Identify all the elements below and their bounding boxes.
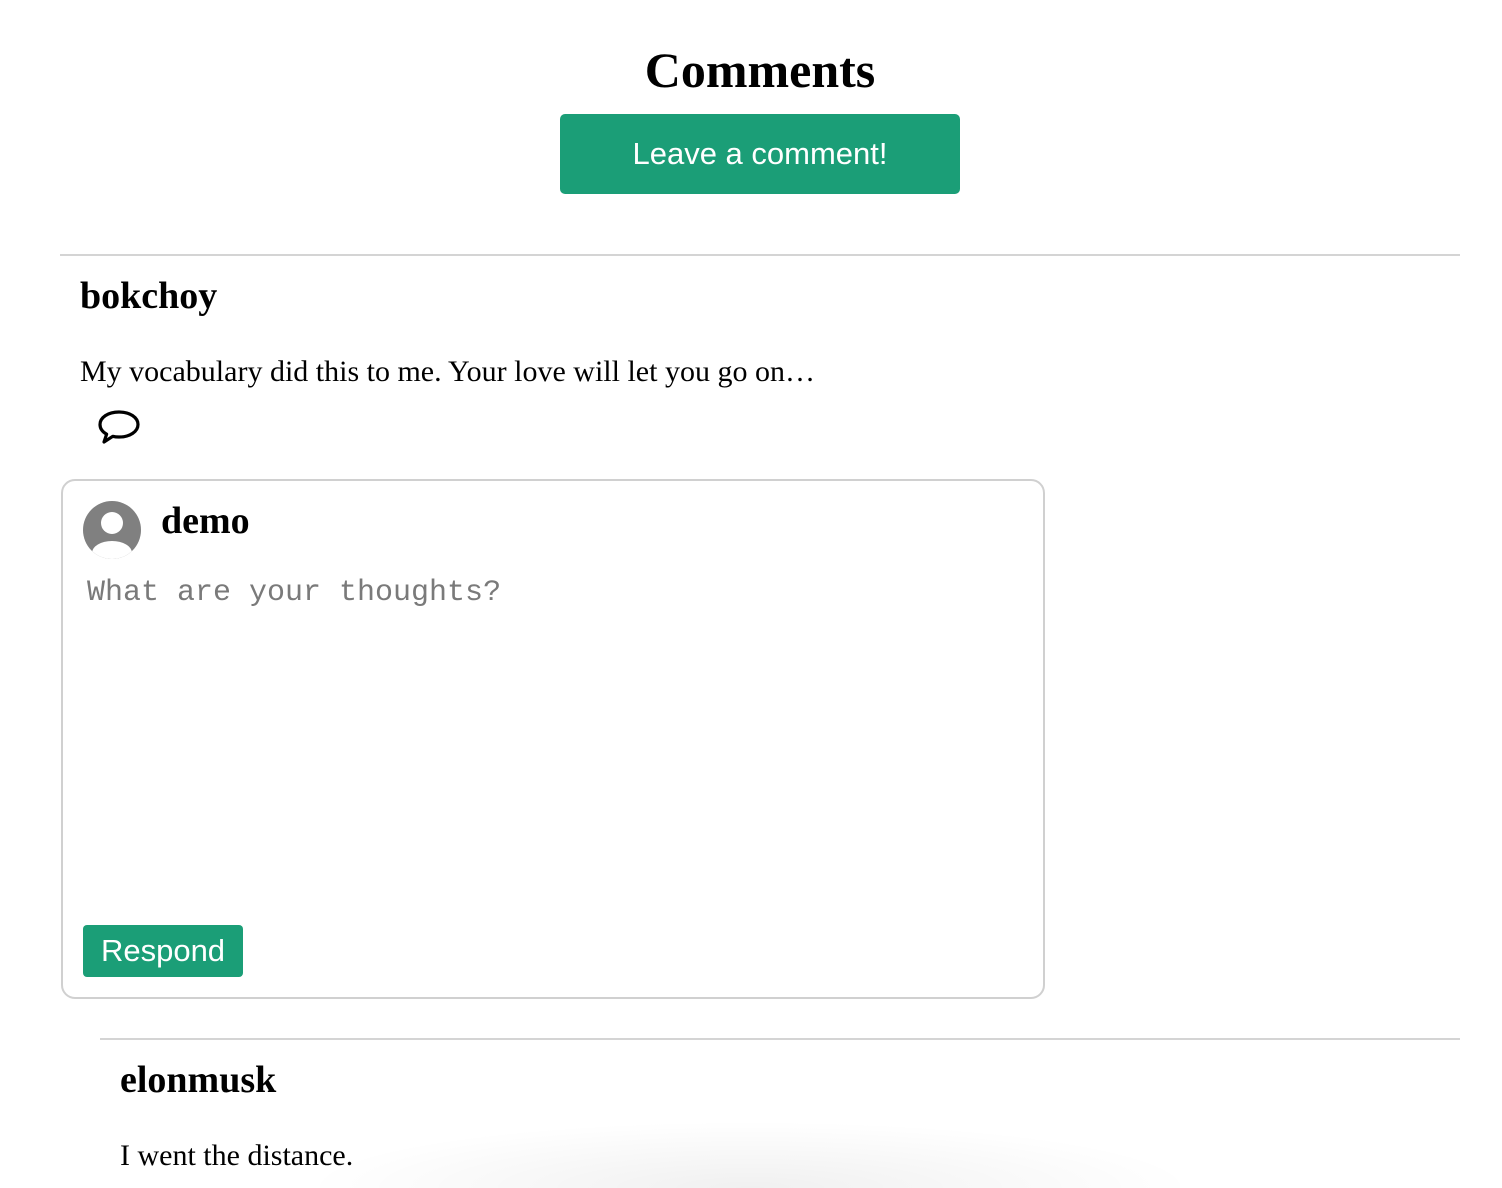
reply-author: elonmusk: [120, 1059, 277, 1101]
user-avatar-icon: [83, 501, 141, 559]
speech-bubble-icon[interactable]: [96, 406, 142, 448]
reply-textarea[interactable]: [83, 573, 1017, 903]
page-title: Comments: [644, 42, 876, 98]
reply-divider: [100, 1038, 1460, 1040]
comment-body: My vocabulary did this to me. Your love …: [80, 355, 815, 388]
comment-divider: [60, 254, 1460, 256]
scroll-shadow: [300, 1120, 1200, 1188]
reply-form: demo Respond: [61, 479, 1045, 999]
leave-comment-button[interactable]: Leave a comment!: [560, 114, 960, 194]
reply-username: demo: [161, 500, 250, 542]
respond-button[interactable]: Respond: [83, 925, 243, 977]
reply-body: I went the distance.: [120, 1139, 354, 1172]
comment-author: bokchoy: [80, 275, 218, 317]
